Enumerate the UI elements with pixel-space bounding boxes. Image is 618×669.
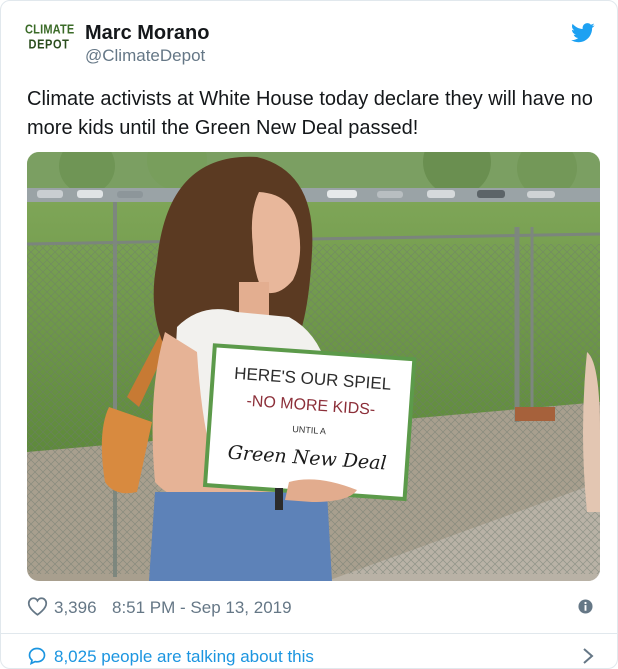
heart-icon[interactable] [27,596,48,616]
tweet-photo[interactable]: HERE'S OUR SPIEL -NO MORE KIDS- UNTIL A … [27,152,600,581]
tweet-timestamp[interactable]: 8:51 PM - Sep 13, 2019 [112,598,292,618]
protest-sign: HERE'S OUR SPIEL -NO MORE KIDS- UNTIL A … [202,343,417,502]
chevron-right-icon[interactable] [581,647,595,665]
author-handle[interactable]: @ClimateDepot [85,46,205,66]
logo-line-2: DEPOT [28,38,70,52]
climate-depot-logo[interactable]: CLIMATE DEPOT [25,23,74,63]
tweet-header: CLIMATE DEPOT Marc Morano @ClimateDepot [25,19,597,69]
info-icon[interactable] [578,599,593,614]
conversation-link[interactable]: 8,025 people are talking about this [27,645,597,667]
twitter-bird-icon[interactable] [571,22,595,44]
tweet-text: Climate activists at White House today d… [27,88,593,139]
tweet-card: CLIMATE DEPOT Marc Morano @ClimateDepot … [0,0,618,669]
talking-count-text[interactable]: 8,025 people are talking about this [54,647,314,667]
like-count[interactable]: 3,396 [54,598,97,618]
protest-photo: HERE'S OUR SPIEL -NO MORE KIDS- UNTIL A … [27,152,600,581]
tweet-meta: 3,396 8:51 PM - Sep 13, 2019 [27,595,597,619]
divider [1,633,617,634]
author-name[interactable]: Marc Morano [85,22,209,45]
chat-bubble-icon [28,647,46,666]
